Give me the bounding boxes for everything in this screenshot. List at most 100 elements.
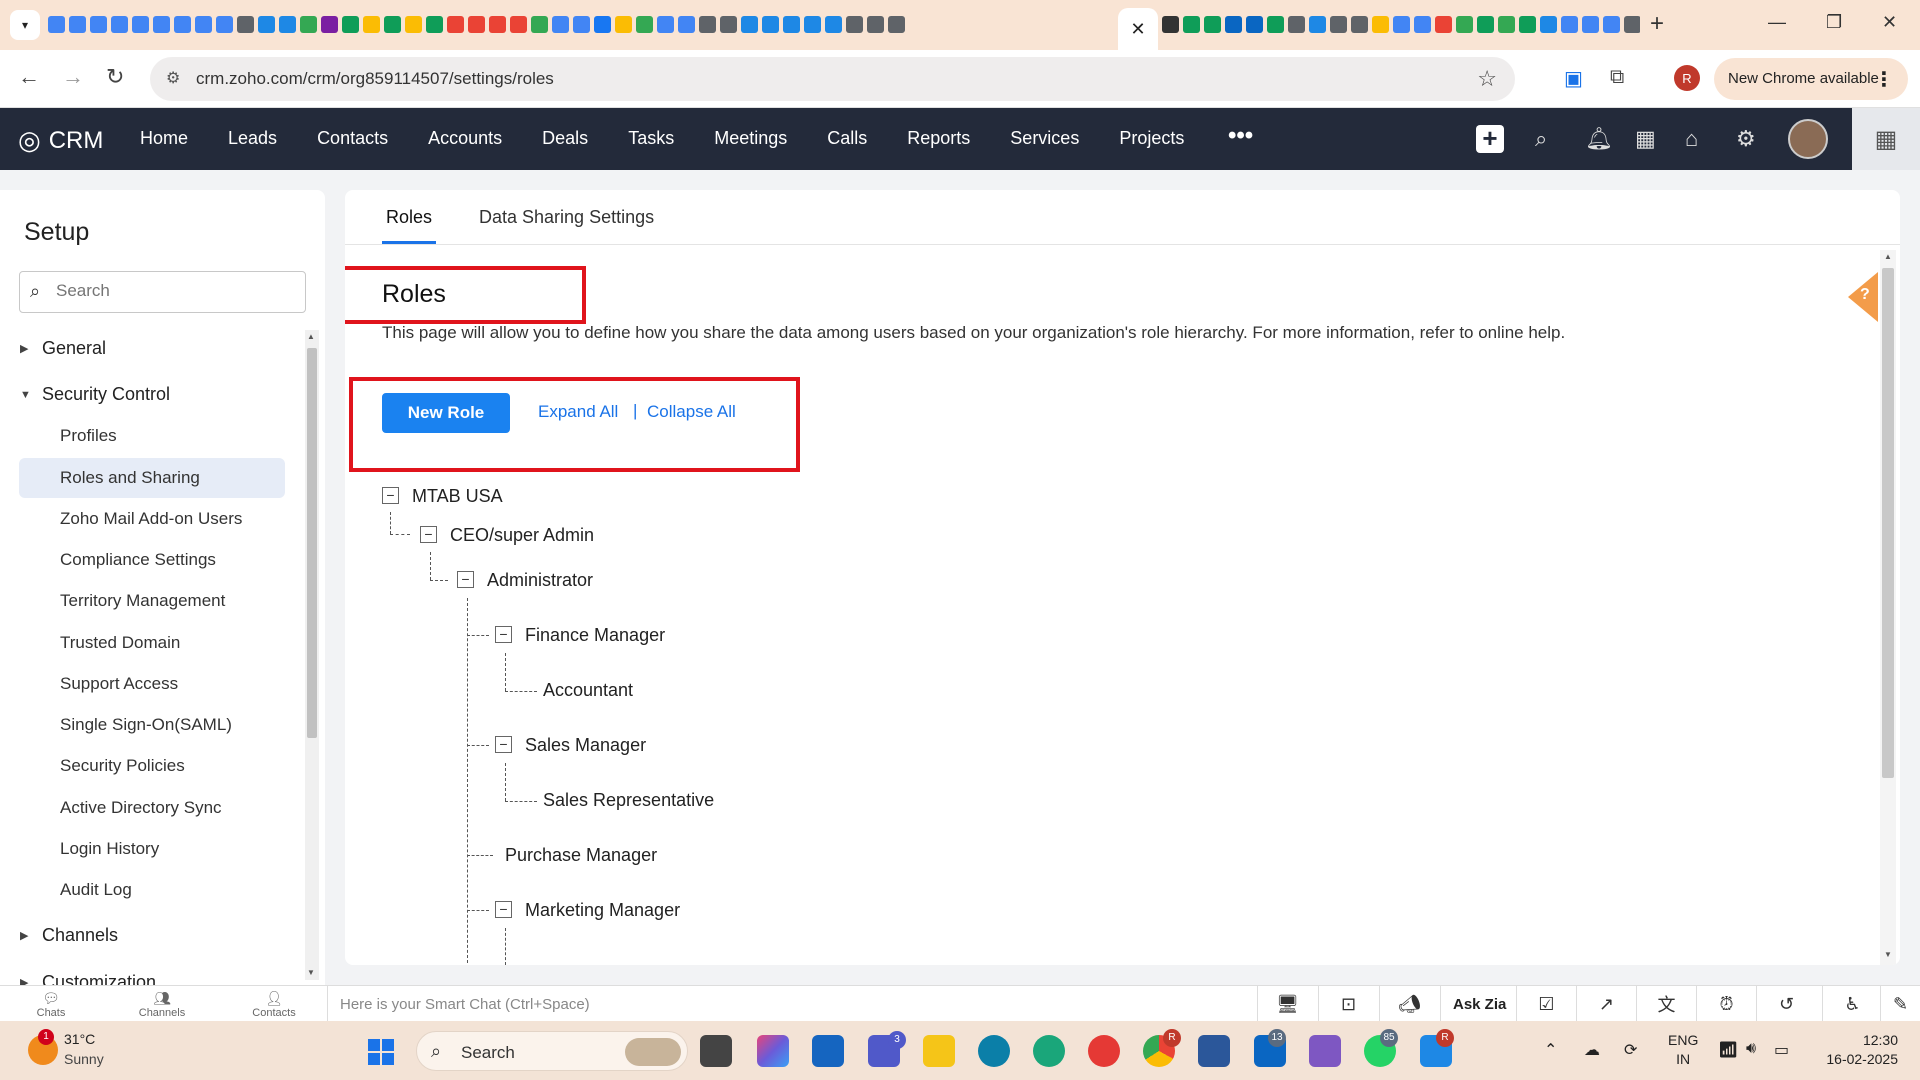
bottom-chats[interactable]: 💬︎ Chats [11, 990, 91, 1019]
tab-favicon[interactable] [825, 16, 842, 33]
tab-favicon[interactable] [720, 16, 737, 33]
announcement-icon[interactable]: 📣︎ [1379, 986, 1439, 1022]
collapse-node-icon[interactable]: − [382, 487, 399, 504]
back-icon[interactable]: ← [18, 64, 40, 90]
nav-calls[interactable]: Calls [827, 128, 867, 149]
url-text[interactable]: crm.zoho.com/crm/org859114507/settings/r… [196, 69, 554, 89]
sidebar-item-compliance-settings[interactable]: Compliance Settings [60, 550, 216, 570]
tab-favicon[interactable] [1267, 16, 1284, 33]
scroll-up-icon[interactable]: ▲ [307, 332, 315, 341]
wifi-icon[interactable]: 📶︎ [1718, 1040, 1738, 1060]
extensions-icon[interactable]: ⧉ [1610, 66, 1624, 89]
tree-node-mtab-usa[interactable]: MTAB USA [412, 486, 503, 507]
screen-share-icon[interactable]: 🖥︎ [1257, 986, 1317, 1022]
collapse-node-icon[interactable]: − [457, 571, 474, 588]
tab-favicon[interactable] [1414, 16, 1431, 33]
tab-favicon[interactable] [363, 16, 380, 33]
sidebar-item-support-access[interactable]: Support Access [60, 674, 178, 694]
nav-contacts[interactable]: Contacts [317, 128, 388, 149]
tab-favicon[interactable] [216, 16, 233, 33]
tab-favicon[interactable] [279, 16, 296, 33]
onedrive-cloud-icon[interactable]: ☁ [1584, 1040, 1600, 1060]
setup-search[interactable]: ⌕ [19, 271, 306, 313]
bottom-channels[interactable]: 👥︎ Channels [122, 990, 202, 1019]
wps-office-icon[interactable] [1088, 1035, 1120, 1067]
tab-favicon[interactable] [1561, 16, 1578, 33]
tab-favicon[interactable] [447, 16, 464, 33]
tree-node-finance-manager[interactable]: Finance Manager [525, 625, 665, 646]
tab-favicon[interactable] [132, 16, 149, 33]
tab-favicon[interactable] [1351, 16, 1368, 33]
sync-icon[interactable]: ⟳ [1624, 1040, 1637, 1060]
restore-icon[interactable]: ❐ [1826, 12, 1842, 33]
translate-icon[interactable]: 文 [1636, 986, 1696, 1022]
tab-favicon[interactable] [237, 16, 254, 33]
nav-tasks[interactable]: Tasks [628, 128, 674, 149]
setup-search-input[interactable] [56, 281, 296, 301]
taskbar-search[interactable]: ⌕ Search [416, 1031, 688, 1071]
signals-icon[interactable]: ☑ [1516, 986, 1576, 1022]
tab-favicon[interactable] [48, 16, 65, 33]
forward-icon[interactable]: → [62, 64, 84, 90]
nav-services[interactable]: Services [1010, 128, 1079, 149]
tab-favicon[interactable] [1372, 16, 1389, 33]
tab-favicon[interactable] [762, 16, 779, 33]
tab-favicon[interactable] [258, 16, 275, 33]
help-question-icon[interactable]: ? [1860, 286, 1870, 304]
tab-favicon[interactable] [573, 16, 590, 33]
new-chrome-available-button[interactable]: New Chrome available ⋮ [1714, 58, 1908, 100]
smart-chat-input[interactable]: Here is your Smart Chat (Ctrl+Space) [327, 986, 1257, 1022]
tab-favicon[interactable] [699, 16, 716, 33]
ask-zia-button[interactable]: Ask Zia [1440, 986, 1516, 1022]
microsoft-store-icon[interactable] [812, 1035, 844, 1067]
tab-favicon[interactable] [1435, 16, 1452, 33]
task-view-icon[interactable] [700, 1035, 732, 1067]
sidebar-item-territory-management[interactable]: Territory Management [60, 591, 225, 611]
tab-favicon[interactable] [615, 16, 632, 33]
tab-favicon[interactable] [153, 16, 170, 33]
tab-favicon[interactable] [552, 16, 569, 33]
volume-icon[interactable]: 🔊︎ [1746, 1040, 1756, 1058]
window-close-icon[interactable]: ✕ [1882, 12, 1897, 33]
nav-home[interactable]: Home [140, 128, 188, 149]
remote-assist-icon[interactable]: ⊡ [1318, 986, 1378, 1022]
tree-node-sales-representative[interactable]: Sales Representative [543, 790, 714, 811]
sidebar-section-customization[interactable]: ▶ Customization [20, 972, 156, 985]
snipping-tool-icon[interactable] [1309, 1035, 1341, 1067]
tab-favicon[interactable] [1624, 16, 1640, 33]
grid-icon[interactable]: ▦ [1852, 108, 1920, 170]
collapse-node-icon[interactable]: − [495, 626, 512, 643]
tab-favicon[interactable] [1288, 16, 1305, 33]
history-icon[interactable]: ↺ [1756, 986, 1816, 1022]
tree-node-purchase-manager[interactable]: Purchase Manager [505, 845, 657, 866]
tab-favicon[interactable] [1603, 16, 1620, 33]
sidebar-item-security-policies[interactable]: Security Policies [60, 756, 185, 776]
tab-favicon[interactable] [1582, 16, 1599, 33]
tab-favicon[interactable] [1204, 16, 1221, 33]
tab-favicon[interactable] [657, 16, 674, 33]
tab-favicon[interactable] [195, 16, 212, 33]
nav-leads[interactable]: Leads [228, 128, 277, 149]
tab-favicon[interactable] [1162, 16, 1179, 33]
main-scrollbar[interactable]: ▲ ▼ [1880, 250, 1896, 965]
tree-node-marketing-manager[interactable]: Marketing Manager [525, 900, 680, 921]
search-icon[interactable]: ⌕ [1535, 126, 1547, 152]
more-modules-icon[interactable]: ••• [1228, 122, 1253, 150]
tree-node-administrator[interactable]: Administrator [487, 570, 593, 591]
tree-node-accountant[interactable]: Accountant [543, 680, 633, 701]
sidebar-item-trusted-domain[interactable]: Trusted Domain [60, 633, 180, 653]
battery-icon[interactable]: ▭ [1774, 1040, 1789, 1060]
nav-projects[interactable]: Projects [1119, 128, 1184, 149]
user-avatar[interactable] [1788, 119, 1828, 159]
tab-favicon[interactable] [510, 16, 527, 33]
sidebar-item-zoho-mail-addon-users[interactable]: Zoho Mail Add-on Users [60, 509, 242, 529]
tab-favicon[interactable] [1225, 16, 1242, 33]
reload-icon[interactable]: ↻ [106, 64, 124, 90]
tab-favicon[interactable] [111, 16, 128, 33]
sidebar-scrollbar[interactable]: ▲ ▼ [305, 330, 319, 980]
tab-favicon[interactable] [342, 16, 359, 33]
site-info-icon[interactable]: ⚙ [166, 68, 180, 88]
weather-desc[interactable]: Sunny [64, 1051, 104, 1067]
tree-node-sales-manager[interactable]: Sales Manager [525, 735, 646, 756]
sidebar-section-channels[interactable]: ▶ Channels [20, 925, 118, 946]
